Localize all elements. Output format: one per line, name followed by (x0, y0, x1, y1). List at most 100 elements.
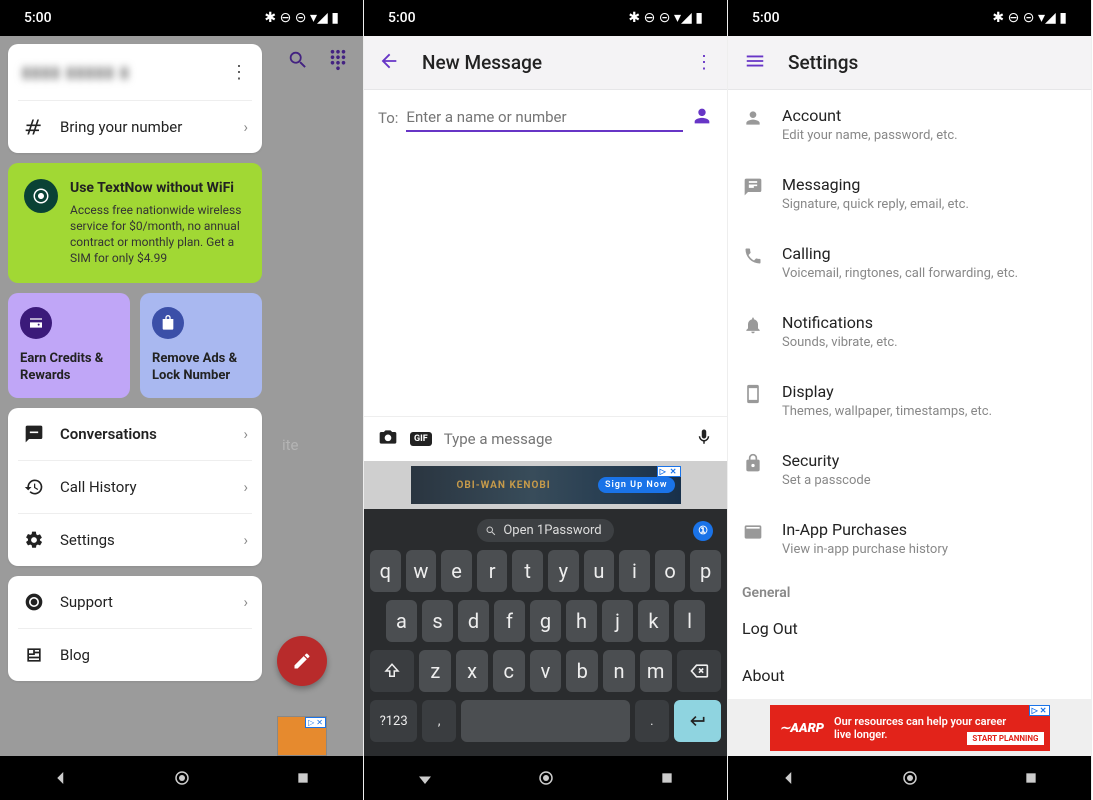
settings-item-security[interactable]: SecuritySet a passcode (728, 435, 1091, 504)
key-p[interactable]: p (690, 550, 721, 592)
ad-cta[interactable]: Sign Up Now (598, 477, 675, 493)
key-j[interactable]: j (602, 600, 633, 642)
onepassword-icon[interactable]: ① (693, 521, 713, 541)
contact-picker-icon[interactable] (691, 105, 713, 131)
key-h[interactable]: h (566, 600, 597, 642)
recipient-row: To: (364, 90, 727, 146)
bring-number-row[interactable]: Bring your number › (18, 100, 252, 153)
space-key[interactable] (461, 700, 630, 742)
settings-list: AccountEdit your name, password, etc.Mes… (728, 90, 1091, 573)
hash-icon (22, 115, 46, 139)
support-row[interactable]: Support › (8, 576, 262, 628)
key-v[interactable]: v (530, 650, 562, 692)
ad-badge: ▷ ✕ (1029, 705, 1050, 716)
nav-back-icon[interactable] (51, 768, 71, 788)
item-subtitle: Sounds, vibrate, etc. (782, 335, 898, 350)
compose-fab[interactable] (277, 636, 327, 686)
status-time: 5:00 (752, 10, 780, 26)
key-e[interactable]: e (441, 550, 472, 592)
settings-item-account[interactable]: AccountEdit your name, password, etc. (728, 90, 1091, 159)
password-suggestion[interactable]: Open 1Password (477, 519, 613, 542)
key-i[interactable]: i (619, 550, 650, 592)
ad-banner[interactable]: OBI-WAN KENOBI Sign Up Now ▷ ✕ (364, 461, 727, 509)
settings-item-icon (742, 451, 764, 473)
header-title: Settings (788, 51, 858, 74)
gif-icon[interactable]: GIF (410, 432, 432, 446)
key-b[interactable]: b (566, 650, 598, 692)
ad-cta[interactable]: START PLANNING (967, 732, 1043, 745)
key-r[interactable]: r (477, 550, 508, 592)
status-icons: ✱ ⊖ ⊝ ▾◢ ▮ (628, 10, 703, 26)
nav-back-icon[interactable] (779, 768, 799, 788)
nav-home-icon[interactable] (172, 768, 192, 788)
nav-recent-icon[interactable] (293, 768, 313, 788)
key-q[interactable]: q (370, 550, 401, 592)
item-title: In-App Purchases (782, 520, 948, 539)
key-d[interactable]: d (458, 600, 489, 642)
settings-item-in-app-purchases[interactable]: In-App PurchasesView in-app purchase his… (728, 504, 1091, 573)
about-row[interactable]: About (728, 652, 1091, 699)
profile-row[interactable]: ▮▮▮▮ ▮▮▮▮▮ ▮ ⋮ (8, 44, 262, 100)
settings-item-notifications[interactable]: NotificationsSounds, vibrate, etc. (728, 297, 1091, 366)
profile-card: ▮▮▮▮ ▮▮▮▮▮ ▮ ⋮ Bring your number › (8, 44, 262, 153)
ad-banner[interactable]: ∼AARP Our resources can help your career… (728, 699, 1091, 756)
more-icon[interactable]: ⋮ (695, 52, 713, 73)
key-t[interactable]: t (512, 550, 543, 592)
back-arrow-icon[interactable] (378, 50, 400, 76)
key-f[interactable]: f (494, 600, 525, 642)
status-time: 5:00 (24, 10, 52, 26)
camera-icon[interactable] (378, 427, 398, 451)
key-a[interactable]: a (386, 600, 417, 642)
android-nav (364, 756, 727, 800)
shift-key[interactable] (370, 650, 414, 692)
key-y[interactable]: y (548, 550, 579, 592)
chat-icon (22, 422, 46, 446)
screen-drawer: 5:00 ✱ ⊖ ⊝ ▾◢ ▮ ite ▷ ✕ ▮▮▮▮ ▮▮▮▮▮ ▮ ⋮ B… (0, 0, 364, 800)
key-s[interactable]: s (422, 600, 453, 642)
key-m[interactable]: m (640, 650, 672, 692)
conversations-row[interactable]: Conversations › (8, 408, 262, 460)
key-n[interactable]: n (603, 650, 635, 692)
general-section: General (728, 573, 1091, 605)
hamburger-icon[interactable] (744, 50, 766, 76)
backspace-key[interactable] (677, 650, 721, 692)
key-k[interactable]: k (638, 600, 669, 642)
blog-row[interactable]: Blog (18, 628, 252, 681)
call-history-row[interactable]: Call History › (18, 460, 252, 513)
keyboard-row-2: asdfghjkl (370, 600, 721, 642)
comma-key[interactable]: , (422, 700, 456, 742)
chevron-icon: › (243, 531, 248, 549)
settings-item-messaging[interactable]: MessagingSignature, quick reply, email, … (728, 159, 1091, 228)
earn-credits-chip[interactable]: Earn Credits & Rewards (8, 293, 130, 399)
nav-home-icon[interactable] (900, 768, 920, 788)
key-x[interactable]: x (456, 650, 488, 692)
period-key[interactable]: . (635, 700, 669, 742)
recipient-input[interactable] (406, 104, 683, 132)
nav-recent-icon[interactable] (1021, 768, 1041, 788)
message-thread-empty (364, 146, 727, 416)
enter-key[interactable] (674, 700, 721, 742)
key-l[interactable]: l (674, 600, 705, 642)
settings-item-display[interactable]: DisplayThemes, wallpaper, timestamps, et… (728, 366, 1091, 435)
row-label: Blog (60, 646, 90, 664)
mic-icon[interactable] (695, 428, 713, 450)
ad-badge: ▷ ✕ (305, 717, 326, 728)
key-w[interactable]: w (406, 550, 437, 592)
key-g[interactable]: g (530, 600, 561, 642)
nav-home-icon[interactable] (536, 768, 556, 788)
settings-row[interactable]: Settings › (18, 513, 252, 566)
symbols-key[interactable]: ?123 (370, 700, 417, 742)
nav-back-icon[interactable] (415, 768, 435, 788)
key-o[interactable]: o (655, 550, 686, 592)
more-icon[interactable]: ⋮ (230, 62, 248, 83)
key-u[interactable]: u (584, 550, 615, 592)
settings-item-calling[interactable]: CallingVoicemail, ringtones, call forwar… (728, 228, 1091, 297)
logout-row[interactable]: Log Out (728, 605, 1091, 652)
message-input[interactable] (444, 430, 683, 448)
key-c[interactable]: c (493, 650, 525, 692)
ad-thumbnail[interactable]: ▷ ✕ (277, 716, 327, 756)
nav-recent-icon[interactable] (657, 768, 677, 788)
wifi-promo-card[interactable]: Use TextNow without WiFi Access free nat… (8, 163, 262, 283)
key-z[interactable]: z (419, 650, 451, 692)
remove-ads-chip[interactable]: Remove Ads & Lock Number (140, 293, 262, 399)
